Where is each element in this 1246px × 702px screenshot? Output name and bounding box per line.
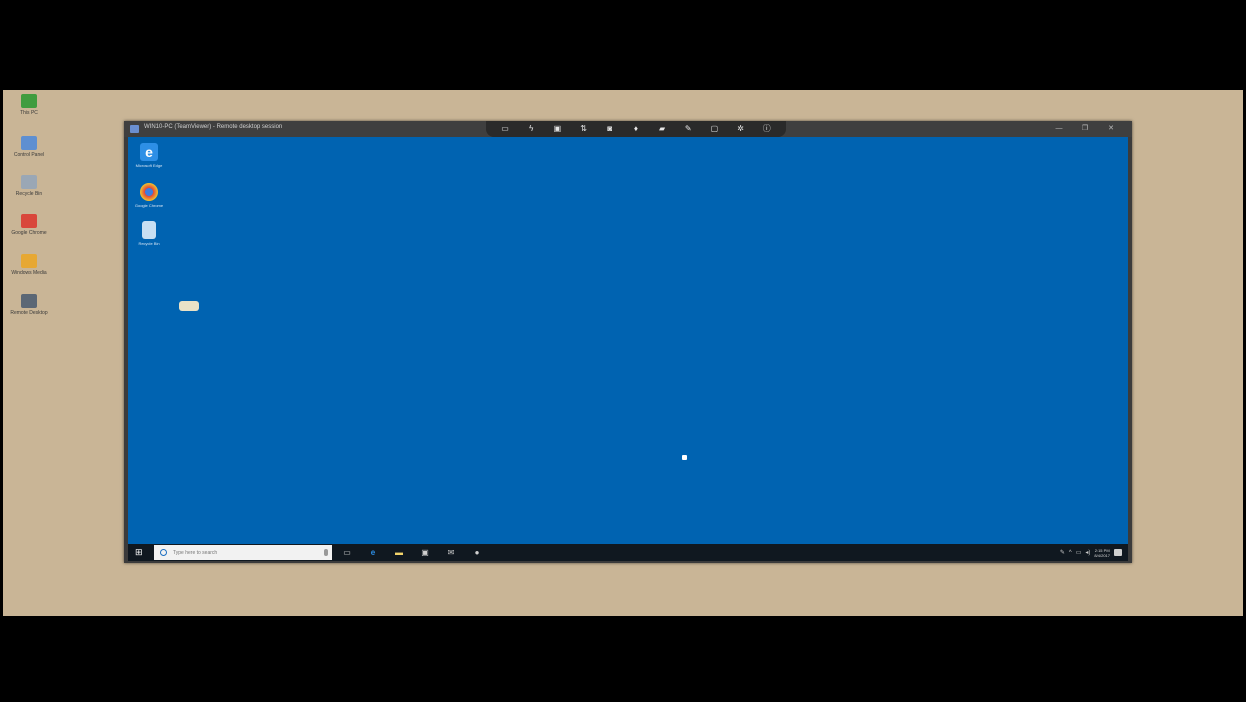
mail-icon[interactable]: ✉ [446,548,456,557]
minimize-button[interactable]: — [1052,123,1066,135]
mouse-cursor [682,455,687,460]
google-chrome-icon [21,214,37,228]
letterbox-bottom [0,616,1246,702]
remote-taskbar: ⊞ Type here to search ▭ e ▬ ▣ ✉ ● ✎ ^ ▭ … [128,544,1128,561]
task-view-icon[interactable]: ▭ [342,548,352,557]
recycle-bin-icon [21,175,37,189]
remote-icon-recycle-bin[interactable]: Recycle Bin [134,221,164,246]
taskbar-clock[interactable]: 2:15 PM 8/4/2017 [1094,548,1110,558]
volume-icon[interactable]: ◂) [1085,549,1090,556]
transfer-icon[interactable]: ⇅ [578,124,589,135]
microphone-icon[interactable]: ♦ [630,124,641,135]
search-placeholder: Type here to search [173,549,218,556]
briefcase-icon[interactable]: ▣ [552,124,563,135]
control-panel-icon [21,136,37,150]
restore-button[interactable]: ❐ [1078,123,1092,135]
file-explorer-icon[interactable]: ▬ [394,548,404,557]
store-icon[interactable]: ▣ [420,548,430,557]
chrome-icon [140,183,158,201]
remote-icon-edge[interactable]: e Microsoft Edge [134,143,164,168]
remote-desktop[interactable]: e Microsoft Edge Google Chrome Recycle B… [128,137,1128,544]
close-button[interactable]: ✕ [1104,123,1118,135]
taskbar-search-box[interactable]: Type here to search [154,545,332,560]
lightning-icon[interactable]: ϟ [526,124,537,135]
host-icon-control-panel[interactable]: Control Panel [9,136,49,158]
host-icon-this-pc[interactable]: This PC [9,94,49,116]
host-icon-windows-media[interactable]: Windows Media [9,254,49,276]
windows-media-icon [21,254,37,268]
screen-icon[interactable]: ▢ [709,124,720,135]
this-pc-icon [21,94,37,108]
recycle-bin-icon [142,221,156,239]
edge-icon[interactable]: e [368,548,378,557]
chat-icon[interactable]: ▰ [657,124,668,135]
pen-tray-icon[interactable]: ✎ [1060,549,1065,556]
window-title: WIN10-PC (TeamViewer) - Remote desktop s… [144,124,283,130]
chevron-up-icon[interactable]: ^ [1069,550,1072,556]
windows-start-icon[interactable]: ⊞ [135,548,144,557]
search-icon [160,549,167,556]
network-icon[interactable]: ▭ [1076,549,1082,556]
info-icon[interactable]: ⓘ [761,124,772,135]
remote-session-window[interactable]: WIN10-PC (TeamViewer) - Remote desktop s… [124,121,1132,563]
notification-icon[interactable] [1114,549,1122,556]
camera-icon[interactable]: ◙ [604,124,615,135]
host-icon-google-chrome[interactable]: Google Chrome [9,214,49,236]
remote-icon-chrome[interactable]: Google Chrome [134,183,164,208]
remote-icon-folder[interactable] [174,301,204,313]
system-tray: ✎ ^ ▭ ◂) 2:15 PM 8/4/2017 [1060,546,1122,559]
pen-icon[interactable]: ✎ [683,124,694,135]
letterbox-top [0,0,1246,90]
monitor-icon[interactable]: ▭ [500,124,511,135]
microphone-icon[interactable] [324,549,328,556]
edge-icon: e [140,143,158,161]
app-icon [130,125,139,133]
folder-icon [179,301,199,311]
session-toolbar: ▭ ϟ ▣ ⇅ ◙ ♦ ▰ ✎ ▢ ✲ ⓘ [486,121,786,137]
chrome-icon[interactable]: ● [472,548,482,557]
settings-icon[interactable]: ✲ [735,124,746,135]
remote-desktop-icon [21,294,37,308]
host-icon-remote-desktop[interactable]: Remote Desktop [9,294,49,316]
host-icon-recycle-bin[interactable]: Recycle Bin [9,175,49,197]
